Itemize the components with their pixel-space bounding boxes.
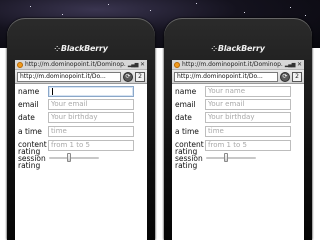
close-icon[interactable]: ✕ (297, 61, 302, 68)
email-label: email (18, 100, 39, 109)
session-rating-slider-track[interactable] (49, 157, 99, 159)
email-field[interactable]: Your email (48, 99, 134, 110)
star (108, 4, 109, 5)
blackberry-logo-icon: ⁘ (211, 45, 217, 53)
brand-name: BlackBerry (60, 44, 108, 53)
brand-logo: ⁘BlackBerry (164, 44, 312, 53)
close-icon[interactable]: ✕ (140, 61, 145, 68)
site-favicon-icon (17, 61, 23, 68)
refresh-button[interactable]: ⟳ (280, 71, 290, 82)
email-field[interactable]: Your email (205, 99, 291, 110)
star (62, 14, 63, 15)
browser-status-bar: http://m.dominopoint.it/Dominop... ▂▄▆ ✕ (172, 60, 304, 70)
content-rating-field[interactable]: from 1 to 5 (205, 140, 291, 151)
blackberry-logo-icon: ⁘ (54, 45, 60, 53)
refresh-icon: ⟳ (282, 72, 288, 80)
date-label: date (18, 113, 35, 122)
tabs-button[interactable]: 2 (135, 71, 145, 82)
web-form: name email Your email date Your birthday… (15, 84, 147, 240)
tabs-button[interactable]: 2 (292, 71, 302, 82)
name-label: name (175, 87, 197, 96)
session-rating-slider-thumb[interactable] (224, 153, 229, 162)
star (290, 7, 291, 8)
phone-screen: http://m.dominopoint.it/Dominop... ▂▄▆ ✕… (15, 60, 147, 240)
blackberry-phone-right: ⁘BlackBerry http://m.dominopoint.it/Domi… (164, 18, 312, 240)
session-rating-label-line2: rating (175, 161, 198, 170)
star (30, 6, 31, 7)
star (150, 10, 151, 11)
name-field[interactable] (48, 86, 134, 97)
session-rating-label-line2: rating (18, 161, 41, 170)
brand-name: BlackBerry (217, 44, 265, 53)
refresh-button[interactable]: ⟳ (123, 71, 133, 82)
signal-strength-icon: ▂▄▆ (284, 61, 296, 68)
refresh-icon: ⟳ (125, 72, 131, 80)
star (305, 15, 306, 16)
browser-status-bar: http://m.dominopoint.it/Dominop... ▂▄▆ ✕ (15, 60, 147, 70)
email-label: email (175, 100, 196, 109)
session-rating-slider-track[interactable] (206, 157, 256, 159)
tabs-icon: 2 (295, 72, 299, 80)
signal-strength-icon: ▂▄▆ (127, 61, 139, 68)
date-label: date (175, 113, 192, 122)
phone-screen: http://m.dominopoint.it/Dominop... ▂▄▆ ✕… (172, 60, 304, 240)
url-input[interactable]: http://m.dominopoint.it/Do... (174, 71, 278, 82)
name-field[interactable]: Your name (205, 86, 291, 97)
date-field[interactable]: Your birthday (48, 112, 134, 123)
star (244, 12, 245, 13)
blackberry-phone-left: ⁘BlackBerry http://m.dominopoint.it/Domi… (7, 18, 155, 240)
url-input[interactable]: http://m.dominopoint.it/Do... (17, 71, 121, 82)
page-title: http://m.dominopoint.it/Dominop... (182, 61, 283, 68)
page-title: http://m.dominopoint.it/Dominop... (25, 61, 126, 68)
time-label: a time (18, 127, 42, 136)
name-label: name (18, 87, 40, 96)
address-bar: http://m.dominopoint.it/Do... ⟳ 2 (15, 70, 147, 84)
time-field[interactable]: time (205, 126, 291, 137)
time-label: a time (175, 127, 199, 136)
star (196, 3, 197, 4)
web-form: name Your name email Your email date You… (172, 84, 304, 240)
text-caret (52, 87, 53, 95)
session-rating-slider-thumb[interactable] (67, 153, 72, 162)
address-bar: http://m.dominopoint.it/Do... ⟳ 2 (172, 70, 304, 84)
time-field[interactable]: time (48, 126, 134, 137)
date-field[interactable]: Your birthday (205, 112, 291, 123)
content-rating-field[interactable]: from 1 to 5 (48, 140, 134, 151)
brand-logo: ⁘BlackBerry (7, 44, 155, 53)
site-favicon-icon (174, 61, 180, 68)
tabs-icon: 2 (138, 72, 142, 80)
